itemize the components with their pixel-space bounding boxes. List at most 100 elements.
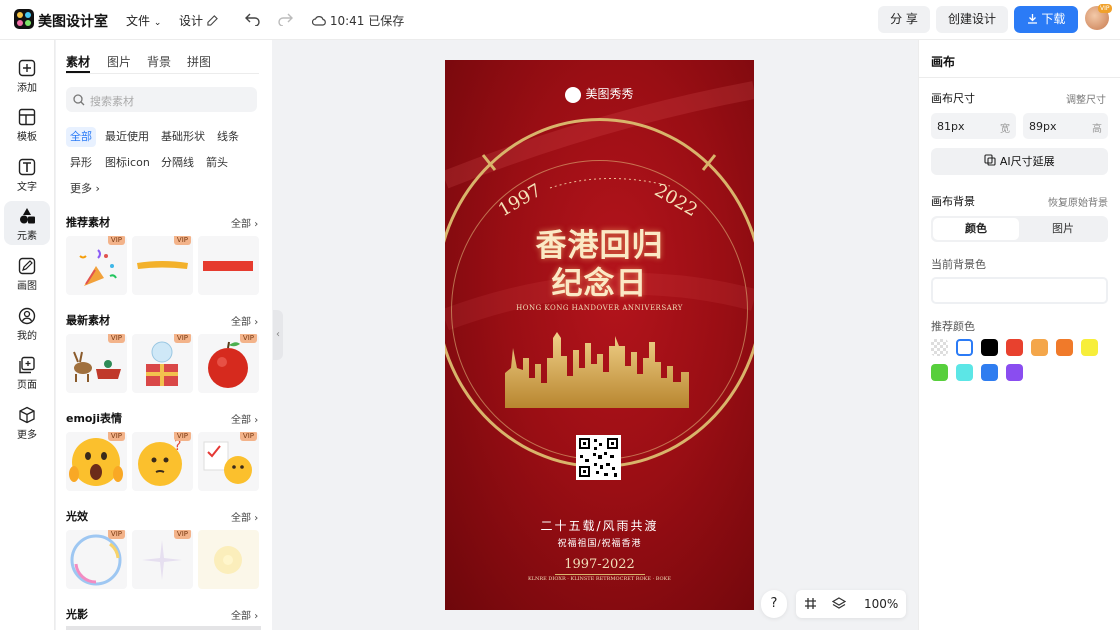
zoom-level[interactable]: 100% — [864, 597, 898, 611]
swatch-black[interactable] — [981, 339, 998, 356]
help-button[interactable]: ? — [761, 590, 787, 618]
file-menu[interactable]: 文件 ⌄ — [126, 12, 161, 29]
asset-christmas-gift[interactable]: VIP — [132, 334, 193, 393]
bg-color-tab[interactable]: 颜色 — [933, 218, 1019, 240]
design-canvas[interactable]: 美图秀秀 1997 2022 香港回归 纪念日 HONG KONG HANDOV… — [445, 60, 754, 610]
asset-bubble[interactable]: VIP — [66, 530, 127, 589]
rail-item-more[interactable]: 更多 — [4, 400, 50, 444]
chevron-right-icon: › — [95, 182, 100, 195]
swatch-white[interactable] — [956, 339, 973, 356]
asset-emoji-checklist[interactable]: VIP — [198, 432, 259, 491]
undo-icon[interactable] — [245, 12, 260, 26]
asset-row-peek — [66, 626, 261, 630]
swatch-yellow[interactable] — [1081, 339, 1098, 356]
design-menu[interactable]: 设计 — [179, 12, 218, 29]
asset-sparkle[interactable]: VIP — [132, 530, 193, 589]
chip-recent[interactable]: 最近使用 — [101, 127, 153, 147]
swatch-green[interactable] — [931, 364, 948, 381]
swatch-red[interactable] — [1006, 339, 1023, 356]
bg-image-tab[interactable]: 图片 — [1020, 218, 1106, 240]
section-all-recommended[interactable]: 全部 › — [231, 215, 258, 230]
asset-glow[interactable] — [198, 530, 259, 589]
current-bg-swatch[interactable] — [931, 277, 1108, 304]
poster-gold-line — [555, 574, 645, 575]
chip-icons[interactable]: 图标icon — [101, 153, 154, 173]
chip-more[interactable]: 更多 › — [66, 179, 104, 199]
rail-item-elements[interactable]: 元素 — [4, 201, 50, 245]
collapse-panel-button[interactable]: ‹ — [273, 310, 283, 360]
search-input[interactable]: 搜索素材 — [66, 87, 257, 112]
poster-years-range: 1997-2022 — [564, 557, 635, 572]
tab-images[interactable]: 图片 — [107, 53, 131, 70]
resize-link[interactable]: 调整尺寸 — [1066, 91, 1106, 106]
swatch-transparent[interactable] — [931, 339, 948, 356]
swatch-orange[interactable] — [1056, 339, 1073, 356]
asset-red-bar[interactable] — [198, 236, 259, 295]
asset-brush-stroke[interactable]: VIP — [132, 236, 193, 295]
ai-resize-icon — [984, 154, 996, 166]
download-button[interactable]: 下载 — [1014, 6, 1078, 33]
section-all-light-shadow[interactable]: 全部 › — [231, 607, 258, 622]
width-field[interactable]: 81px 宽 — [931, 113, 1016, 139]
chip-basic-shapes[interactable]: 基础形状 — [157, 127, 209, 147]
section-title-latest: 最新素材 — [66, 314, 110, 327]
asset-party-popper[interactable]: VIP — [66, 236, 127, 295]
tab-collage[interactable]: 拼图 — [187, 53, 211, 70]
share-button[interactable]: 分 享 — [878, 6, 930, 33]
asset-emoji-thinking[interactable]: ? VIP — [132, 432, 193, 491]
height-field[interactable]: 89px 高 — [1023, 113, 1108, 139]
rail-item-label: 元素 — [17, 231, 37, 242]
ai-extend-button[interactable]: AI尺寸延展 — [931, 148, 1108, 175]
swatch-blue[interactable] — [981, 364, 998, 381]
rail-item-text[interactable]: 文字 — [4, 152, 50, 196]
chevron-right-icon: › — [254, 611, 259, 622]
red-bar-icon — [203, 261, 253, 271]
app-logo-icon[interactable] — [14, 9, 34, 29]
create-design-button[interactable]: 创建设计 — [936, 6, 1008, 33]
section-all-light-effects[interactable]: 全部 › — [231, 509, 258, 524]
chip-dividers[interactable]: 分隔线 — [157, 153, 198, 173]
rail-item-template[interactable]: 模板 — [4, 102, 50, 146]
section-all-emoji[interactable]: 全部 › — [231, 411, 258, 426]
chip-arrows[interactable]: 箭头 — [202, 153, 232, 173]
asset-emoji-scared[interactable]: VIP — [66, 432, 127, 491]
swatch-cyan[interactable] — [956, 364, 973, 381]
asset-apple[interactable]: VIP — [198, 334, 259, 393]
grid-icon[interactable] — [804, 597, 817, 610]
swatch-purple[interactable] — [1006, 364, 1023, 381]
app-brand-name[interactable]: 美图设计室 — [38, 11, 108, 31]
rail-item-pages[interactable]: 页面 — [4, 350, 50, 394]
width-unit: 宽 — [1000, 124, 1010, 135]
tab-divider — [66, 73, 259, 74]
design-menu-label: 设计 — [179, 14, 204, 28]
section-all-latest[interactable]: 全部 › — [231, 313, 258, 328]
chevron-right-icon: › — [254, 415, 259, 426]
canvas-size-label: 画布尺寸 — [931, 92, 975, 105]
qr-code-icon[interactable] — [576, 435, 621, 480]
tab-materials[interactable]: 素材 — [66, 53, 90, 70]
user-icon — [18, 307, 36, 325]
rail-item-draw[interactable]: 画图 — [4, 251, 50, 295]
asset-reindeer-sleigh[interactable]: VIP — [66, 334, 127, 393]
rail-item-add[interactable]: 添加 — [4, 53, 50, 97]
see-all-label: 全部 — [231, 415, 251, 426]
vip-badge: VIP — [107, 334, 125, 343]
rail-item-label: 添加 — [17, 83, 37, 94]
restore-bg-link[interactable]: 恢复原始背景 — [1048, 194, 1108, 209]
height-value: 89px — [1029, 120, 1057, 133]
poster-line1: 二十五载/风雨共渡 — [540, 519, 659, 533]
swatch-light-orange[interactable] — [1031, 339, 1048, 356]
rail-item-label: 更多 — [17, 430, 37, 441]
vip-badge: VIP — [173, 334, 191, 343]
redo-icon[interactable] — [278, 12, 293, 26]
layers-icon[interactable] — [832, 597, 846, 611]
glow-icon — [214, 546, 242, 574]
tab-backgrounds[interactable]: 背景 — [147, 53, 171, 70]
download-label: 下载 — [1041, 12, 1066, 26]
chip-lines[interactable]: 线条 — [213, 127, 243, 147]
chip-all[interactable]: 全部 — [66, 127, 96, 147]
search-icon — [73, 94, 85, 106]
chip-irregular[interactable]: 异形 — [66, 153, 96, 173]
canvas-bg-label: 画布背景 — [931, 195, 975, 208]
rail-item-mine[interactable]: 我的 — [4, 301, 50, 345]
